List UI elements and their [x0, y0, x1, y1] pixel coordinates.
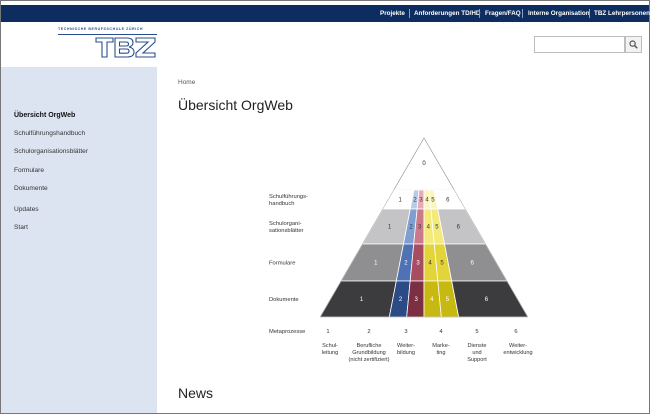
metaprozess-name[interactable]: Marke- [432, 343, 450, 349]
news-heading: News [178, 385, 214, 401]
orgweb-pyramid-diagram: 01 2 3 4 5 61 2 3 4 5 61 2 3 4 5 61 2 3 4 5 6 Schulführungs-… [269, 137, 533, 363]
metaprozess-number: 1 [326, 329, 329, 335]
metaprozess-name[interactable]: entwicklung [503, 350, 532, 356]
metaprozess-name[interactable]: ting [436, 350, 445, 356]
metaprozess-name[interactable]: (nicht zertifiziert) [348, 357, 389, 363]
pyramid-cell[interactable] [433, 189, 466, 210]
pyramid-cell[interactable] [451, 280, 529, 318]
pyramid-cell[interactable] [437, 208, 487, 245]
metaprozess-number: 5 [475, 329, 478, 335]
pyramid-cell[interactable] [444, 243, 508, 282]
pyramid-row-label: Formulare [269, 261, 295, 267]
metaprozess-name[interactable]: bildung [397, 350, 415, 356]
pyramid-row-label: Schulführungs- [269, 194, 308, 200]
metaprozess-name[interactable]: Dienste [468, 343, 487, 349]
pyramid-cell[interactable] [319, 280, 397, 318]
metaprozesse-label: Metaprozesse [269, 329, 305, 335]
pyramid-cell[interactable] [340, 243, 404, 282]
metaprozess-name[interactable]: Schul- [322, 343, 338, 349]
metaprozess-name[interactable]: leitung [322, 350, 338, 356]
metaprozess-name[interactable]: Grundbildung [352, 350, 386, 356]
metaprozess-name[interactable]: Berufliche [357, 343, 382, 349]
metaprozess-number: 3 [404, 329, 407, 335]
pyramid-row-label: Dokumente [269, 297, 299, 303]
metaprozess-number: 4 [439, 329, 443, 335]
metaprozess-name[interactable]: Weiter- [397, 343, 415, 349]
pyramid-cell[interactable] [361, 208, 411, 245]
metaprozess-name[interactable]: und [472, 350, 481, 356]
metaprozess-name[interactable]: Weiter- [509, 343, 527, 349]
pyramid-row-label: handbuch [269, 201, 294, 207]
metaprozess-number: 2 [367, 329, 370, 335]
pyramid-row-label: Schulorgani- [269, 221, 302, 227]
metaprozess-name[interactable]: Support [467, 357, 487, 363]
metaprozess-number: 6 [514, 329, 517, 335]
pyramid-row-label: sationsblätter [269, 228, 304, 234]
